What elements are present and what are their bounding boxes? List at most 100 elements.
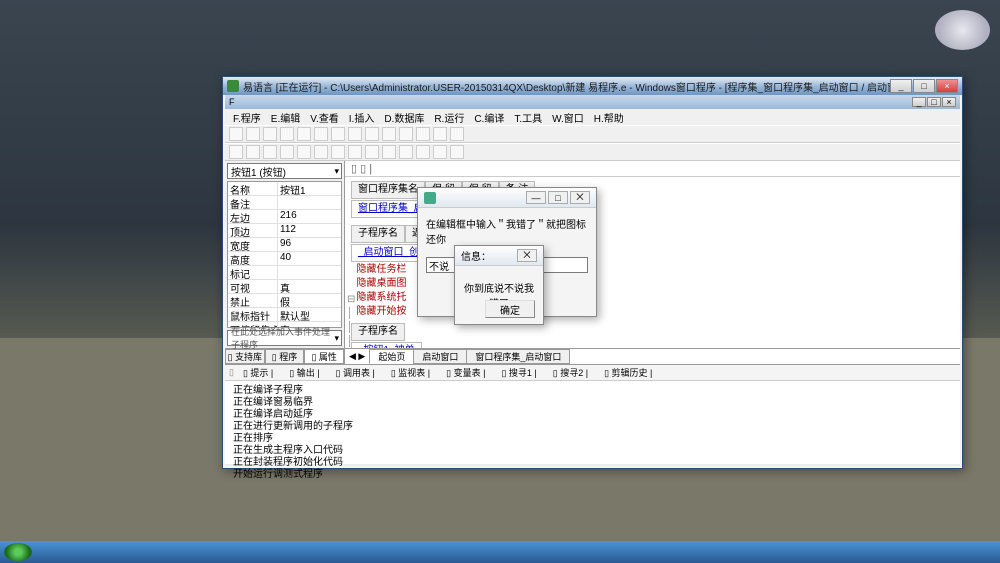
output-line: 正在排序 bbox=[233, 433, 952, 445]
menu-item[interactable]: W.窗口 bbox=[548, 110, 588, 125]
toolbar-button[interactable] bbox=[416, 127, 430, 141]
event-selector[interactable]: 在此处选择加入事件处理子程序 bbox=[227, 330, 342, 346]
toolbar-button[interactable] bbox=[399, 127, 413, 141]
toolbar-button[interactable] bbox=[348, 127, 362, 141]
toolbar-button[interactable] bbox=[263, 127, 277, 141]
maximize-button[interactable]: □ bbox=[913, 79, 935, 93]
output-line: 正在编译启动延序 bbox=[233, 409, 952, 421]
toolbar-button[interactable] bbox=[450, 145, 464, 159]
output-tab[interactable]: ▯ 变量表 | bbox=[439, 365, 492, 380]
toolbar-button[interactable] bbox=[263, 145, 277, 159]
toolbar-button[interactable] bbox=[399, 145, 413, 159]
left-tab[interactable]: ▯ 程序 bbox=[265, 349, 305, 364]
object-selector[interactable]: 按钮1 (按钮) bbox=[227, 163, 342, 179]
output-tab[interactable]: ▯ 剪辑历史 | bbox=[597, 365, 659, 380]
close-button[interactable]: × bbox=[936, 79, 958, 93]
output-line: 正在编译窗易临界 bbox=[233, 397, 952, 409]
prompt-text: 在编辑框中输入＂我错了＂就把图标还你 bbox=[426, 216, 588, 246]
taskbar[interactable] bbox=[0, 541, 1000, 563]
property-row[interactable]: 名称按钮1 bbox=[228, 182, 341, 196]
menu-item[interactable]: T.工具 bbox=[510, 110, 546, 125]
message-dialog: 信息： ⨉ 你到底说不说我错了 确定 bbox=[454, 245, 544, 325]
toolbar-button[interactable] bbox=[348, 145, 362, 159]
message-close[interactable]: ⨉ bbox=[517, 249, 537, 262]
output-line: 正在编译子程序 bbox=[233, 385, 952, 397]
toolbar-button[interactable] bbox=[229, 145, 243, 159]
window-title: 易语言 [正在运行] - C:\Users\Administrator.USER… bbox=[243, 79, 890, 94]
output-line: 正在进行更新调用的子程序 bbox=[233, 421, 952, 433]
code-tab[interactable]: 启动窗口 bbox=[413, 349, 467, 364]
menu-item[interactable]: E.编辑 bbox=[267, 110, 304, 125]
output-tab[interactable]: ▯ 搜寻1 | bbox=[494, 365, 543, 380]
start-button[interactable] bbox=[4, 543, 32, 561]
message-dialog-titlebar[interactable]: 信息： ⨉ bbox=[455, 246, 543, 266]
property-row[interactable]: 备注 bbox=[228, 196, 341, 210]
toolbar-button[interactable] bbox=[246, 127, 260, 141]
property-row[interactable]: 宽度96 bbox=[228, 238, 341, 252]
inner-min[interactable]: _ bbox=[912, 97, 926, 107]
menu-item[interactable]: I.插入 bbox=[345, 110, 379, 125]
ok-button[interactable]: 确定 bbox=[485, 300, 535, 318]
toolbar-button[interactable] bbox=[382, 127, 396, 141]
inner-titlebar: F _ □ × bbox=[225, 95, 960, 109]
dialog-btn3[interactable]: ⨉ bbox=[570, 191, 590, 204]
toolbar-button[interactable] bbox=[365, 127, 379, 141]
menu-item[interactable]: V.查看 bbox=[306, 110, 343, 125]
toolbar-button[interactable] bbox=[365, 145, 379, 159]
property-row[interactable]: 禁止假 bbox=[228, 294, 341, 308]
main-titlebar[interactable]: 易语言 [正在运行] - C:\Users\Administrator.USER… bbox=[223, 77, 962, 95]
toolbar-button[interactable] bbox=[297, 127, 311, 141]
property-row[interactable]: 可视真 bbox=[228, 280, 341, 294]
inner-close[interactable]: × bbox=[942, 97, 956, 107]
property-grid[interactable]: 名称按钮1备注左边216顶边112宽度96高度40标记可视真禁止假鼠标指针默认型… bbox=[227, 181, 342, 328]
code-tab[interactable]: 窗口程序集_启动窗口 bbox=[466, 349, 570, 364]
property-row[interactable]: 左边216 bbox=[228, 210, 341, 224]
toolbar-button[interactable] bbox=[416, 145, 430, 159]
output-panel: ▯ ▯ 提示 |▯ 输出 |▯ 调用表 |▯ 监视表 |▯ 变量表 |▯ 搜寻1… bbox=[225, 364, 960, 464]
toolbar-button[interactable] bbox=[450, 127, 464, 141]
output-tab[interactable]: ▯ 提示 | bbox=[236, 365, 280, 380]
toolbar-button[interactable] bbox=[331, 145, 345, 159]
output-tab[interactable]: ▯ 监视表 | bbox=[384, 365, 437, 380]
desktop-gadget[interactable] bbox=[935, 10, 990, 50]
toolbar-button[interactable] bbox=[314, 145, 328, 159]
toolbar-button[interactable] bbox=[280, 145, 294, 159]
dialog-btn1[interactable]: — bbox=[526, 191, 546, 204]
toolbar-button[interactable] bbox=[331, 127, 345, 141]
toolbar-button[interactable] bbox=[246, 145, 260, 159]
menu-item[interactable]: H.帮助 bbox=[590, 110, 628, 125]
input-dialog-titlebar[interactable]: — □ ⨉ bbox=[418, 188, 596, 208]
property-row[interactable]: 顶边112 bbox=[228, 224, 341, 238]
toolbar-button[interactable] bbox=[297, 145, 311, 159]
code-toolbar: ▯ ▯ | bbox=[345, 161, 960, 177]
code-tab[interactable]: 起始页 bbox=[369, 349, 414, 364]
toolbar-2 bbox=[225, 143, 960, 161]
menu-item[interactable]: F.程序 bbox=[229, 110, 265, 125]
output-tabs: ▯ ▯ 提示 |▯ 输出 |▯ 调用表 |▯ 监视表 |▯ 变量表 |▯ 搜寻1… bbox=[225, 365, 960, 381]
property-row[interactable]: 高度40 bbox=[228, 252, 341, 266]
menu-item[interactable]: C.编译 bbox=[470, 110, 508, 125]
output-tab[interactable]: ▯ 输出 | bbox=[282, 365, 326, 380]
toolbar-button[interactable] bbox=[433, 127, 447, 141]
toolbar-button[interactable] bbox=[280, 127, 294, 141]
left-tab[interactable]: ▯ 支持库 bbox=[225, 349, 265, 364]
output-tab[interactable]: ▯ 搜寻2 | bbox=[546, 365, 595, 380]
toolbar-button[interactable] bbox=[229, 127, 243, 141]
dialog-btn2[interactable]: □ bbox=[548, 191, 568, 204]
minimize-button[interactable]: _ bbox=[890, 79, 912, 93]
menu-item[interactable]: R.运行 bbox=[430, 110, 468, 125]
left-tab[interactable]: ▯ 属性 bbox=[304, 349, 344, 364]
toolbar-1 bbox=[225, 125, 960, 143]
property-panel: 按钮1 (按钮) 名称按钮1备注左边216顶边112宽度96高度40标记可视真禁… bbox=[225, 161, 345, 364]
menu-item[interactable]: D.数据库 bbox=[380, 110, 428, 125]
toolbar-button[interactable] bbox=[433, 145, 447, 159]
toolbar-button[interactable] bbox=[314, 127, 328, 141]
message-dialog-title: 信息： bbox=[461, 248, 491, 263]
property-row[interactable]: 标记 bbox=[228, 266, 341, 280]
inner-max[interactable]: □ bbox=[927, 97, 941, 107]
output-line: 开始运行调测式程序 bbox=[233, 469, 952, 481]
property-row[interactable]: 鼠标指针默认型 bbox=[228, 308, 341, 322]
output-tab[interactable]: ▯ 调用表 | bbox=[329, 365, 382, 380]
dialog-icon bbox=[424, 192, 436, 204]
toolbar-button[interactable] bbox=[382, 145, 396, 159]
